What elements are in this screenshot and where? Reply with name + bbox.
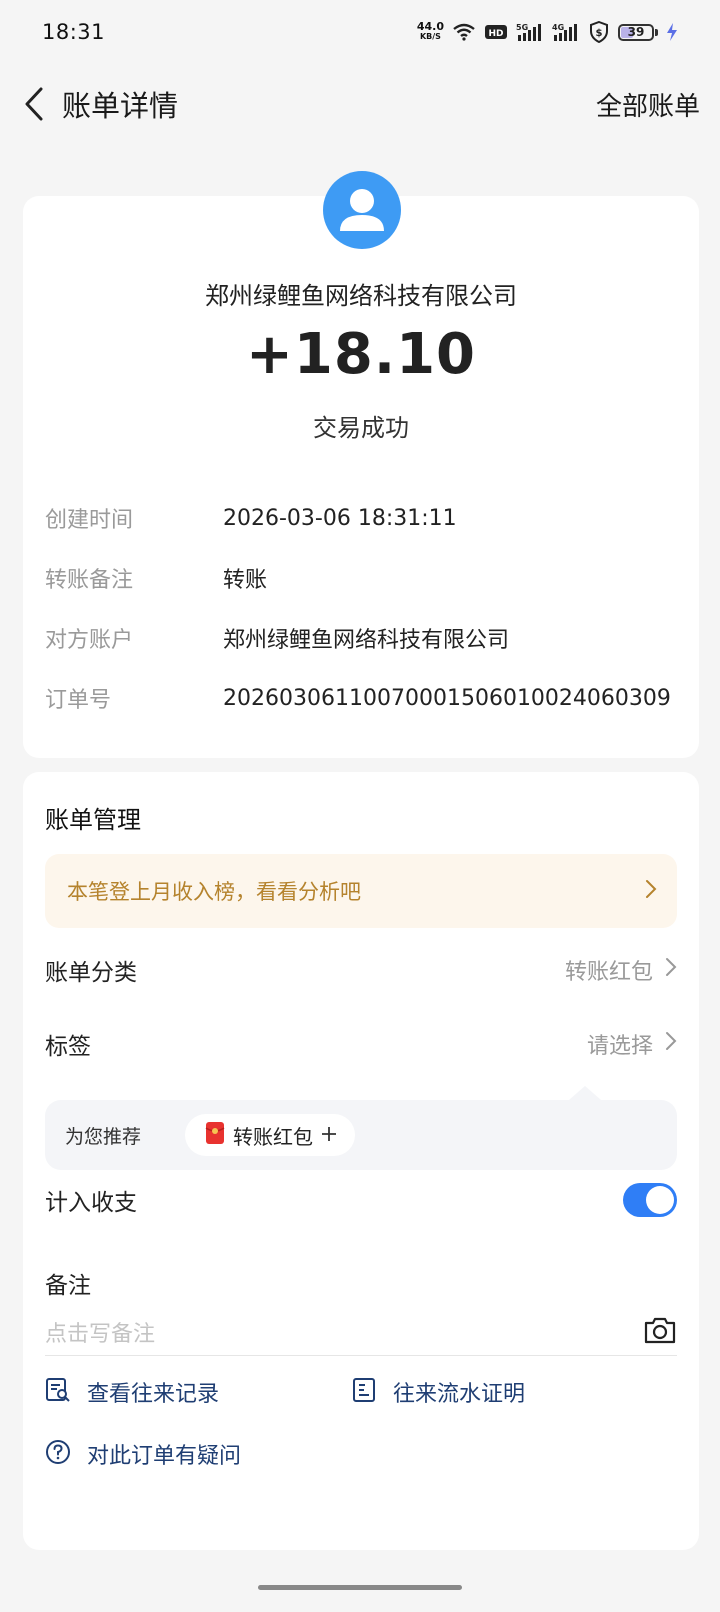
view-history-link[interactable]: 查看往来记录	[45, 1376, 219, 1408]
section-title: 账单管理	[45, 806, 141, 834]
include-income-row: 计入收支	[45, 1170, 677, 1230]
page-title: 账单详情	[62, 89, 179, 123]
link-label: 对此订单有疑问	[87, 1444, 242, 1469]
bill-management-card: 账单管理 本笔登上月收入榜，看看分析吧 账单分类 转账红包 标签 请选择 为您推…	[23, 772, 699, 1550]
svg-text:HD: HD	[488, 29, 503, 39]
header-left: 账单详情	[20, 83, 178, 125]
detail-value: 郑州绿鲤鱼网络科技有限公司	[223, 628, 510, 653]
chevron-left-icon[interactable]	[20, 84, 48, 124]
link-label: 查看往来记录	[87, 1382, 220, 1407]
detail-row-created-time: 创建时间 2026-03-06 18:31:11	[45, 488, 677, 548]
chevron-right-icon	[645, 879, 657, 903]
signal-4g-icon: 4G	[552, 22, 580, 42]
hd-icon: HD	[484, 23, 508, 41]
transaction-amount: +18.10	[245, 322, 477, 387]
category-value: 转账红包	[564, 960, 653, 985]
home-indicator[interactable]	[258, 1585, 462, 1590]
status-bar: 18:31 44.0 KB/S HD 5G 4G $ 39	[0, 0, 720, 64]
chevron-right-icon	[665, 1031, 677, 1057]
note-input[interactable]: 点击写备注	[45, 1308, 677, 1356]
order-question-link[interactable]: 对此订单有疑问	[45, 1438, 241, 1470]
net-speed: 44.0 KB/S	[416, 20, 444, 42]
red-envelope-icon	[205, 1121, 225, 1150]
income-rank-banner[interactable]: 本笔登上月收入榜，看看分析吧	[45, 854, 677, 928]
tag-recommend-box: 为您推荐 转账红包	[45, 1100, 677, 1170]
battery-level: 39	[627, 24, 645, 39]
svg-text:5G: 5G	[516, 23, 528, 32]
page-header: 账单详情 全部账单	[0, 72, 720, 136]
detail-row-transfer-note: 转账备注 转账	[45, 548, 677, 608]
include-income-toggle[interactable]	[623, 1183, 677, 1217]
transaction-proof-link[interactable]: 往来流水证明	[351, 1376, 525, 1408]
chip-label: 转账红包	[233, 1124, 313, 1149]
shield-dollar-icon: $	[588, 21, 610, 43]
tooltip-arrow	[569, 1086, 601, 1100]
detail-label: 订单号	[45, 688, 112, 713]
plus-icon	[321, 1123, 337, 1147]
net-speed-value: 44.0	[416, 20, 444, 33]
recommend-tag-chip[interactable]: 转账红包	[185, 1114, 355, 1156]
row-label: 计入收支	[45, 1190, 137, 1216]
status-icons: 44.0 KB/S HD 5G 4G $ 39	[417, 21, 678, 43]
note-placeholder: 点击写备注	[45, 1321, 156, 1347]
note-label: 备注	[45, 1273, 91, 1299]
detail-value[interactable]: 20260306110070001506010024060309	[223, 686, 671, 711]
all-bills-link[interactable]: 全部账单	[596, 86, 700, 123]
record-search-icon	[45, 1377, 71, 1407]
wifi-icon	[452, 23, 476, 41]
camera-icon[interactable]	[643, 1315, 677, 1349]
recommend-label: 为您推荐	[65, 1125, 142, 1148]
detail-label: 转账备注	[45, 568, 134, 593]
detail-label: 对方账户	[45, 628, 134, 653]
net-speed-unit: KB/S	[419, 32, 441, 41]
svg-text:4G: 4G	[552, 23, 564, 32]
status-time: 18:31	[42, 20, 106, 44]
detail-label: 创建时间	[45, 508, 134, 533]
svg-text:$: $	[596, 28, 603, 39]
bill-summary-card: 郑州绿鲤鱼网络科技有限公司 +18.10 交易成功 创建时间 2026-03-0…	[23, 171, 699, 758]
tag-value: 请选择	[586, 1034, 653, 1059]
row-value: 转账红包	[565, 954, 677, 986]
detail-row-order-number: 订单号 20260306110070001506010024060309	[45, 668, 677, 728]
detail-list: 创建时间 2026-03-06 18:31:11 转账备注 转账 对方账户 郑州…	[45, 488, 677, 728]
row-label: 账单分类	[45, 960, 137, 986]
user-avatar-icon	[323, 171, 401, 249]
link-label: 往来流水证明	[393, 1382, 526, 1407]
battery-icon: 39	[618, 23, 658, 41]
document-icon	[351, 1377, 377, 1407]
detail-value: 转账	[223, 568, 268, 593]
detail-row-counterparty: 对方账户 郑州绿鲤鱼网络科技有限公司	[45, 608, 677, 668]
transaction-status: 交易成功	[313, 414, 409, 442]
detail-value: 2026-03-06 18:31:11	[223, 505, 457, 531]
toggle-knob	[646, 1186, 674, 1214]
row-label: 标签	[45, 1034, 91, 1060]
bill-category-row[interactable]: 账单分类 转账红包	[45, 942, 677, 998]
signal-5g-icon: 5G	[516, 22, 544, 42]
question-circle-icon	[45, 1439, 71, 1469]
row-value: 请选择	[587, 1028, 677, 1060]
promo-text: 本笔登上月收入榜，看看分析吧	[67, 880, 361, 904]
charging-icon	[666, 23, 678, 41]
chevron-right-icon	[665, 957, 677, 983]
merchant-name: 郑州绿鲤鱼网络科技有限公司	[205, 282, 517, 310]
tag-row[interactable]: 标签 请选择	[45, 1016, 677, 1072]
